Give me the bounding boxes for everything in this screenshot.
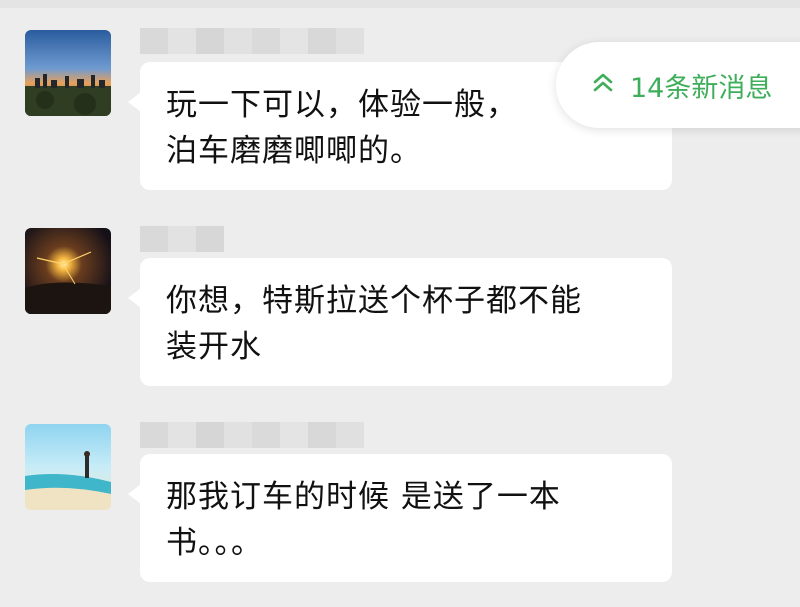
message-text-line: 书。。。 — [166, 525, 263, 561]
sender-name-blurred — [140, 422, 364, 448]
message-bubble[interactable]: 那我订车的时候 是送了一本 书。。。 — [128, 454, 672, 582]
top-edge — [0, 0, 800, 8]
sunset-avatar[interactable] — [25, 228, 111, 314]
message-text-line: 那我订车的时候 是送了一本 — [166, 479, 561, 515]
message-text-line: 装开水 — [166, 329, 262, 365]
beach-avatar[interactable] — [25, 424, 111, 510]
message-text-line: 你想，特斯拉送个杯子都不能 — [166, 283, 582, 319]
new-messages-label: 14条新消息 — [630, 72, 773, 104]
city-skyline-avatar[interactable] — [25, 30, 111, 116]
new-messages-button[interactable]: 14条新消息 — [556, 42, 800, 128]
message-text-line: 泊车磨磨唧唧的。 — [166, 133, 422, 169]
sender-name-blurred — [140, 226, 224, 252]
sender-name-blurred — [140, 28, 364, 54]
message-bubble[interactable]: 你想，特斯拉送个杯子都不能 装开水 — [128, 258, 672, 386]
double-chevron-up-icon — [590, 69, 616, 102]
